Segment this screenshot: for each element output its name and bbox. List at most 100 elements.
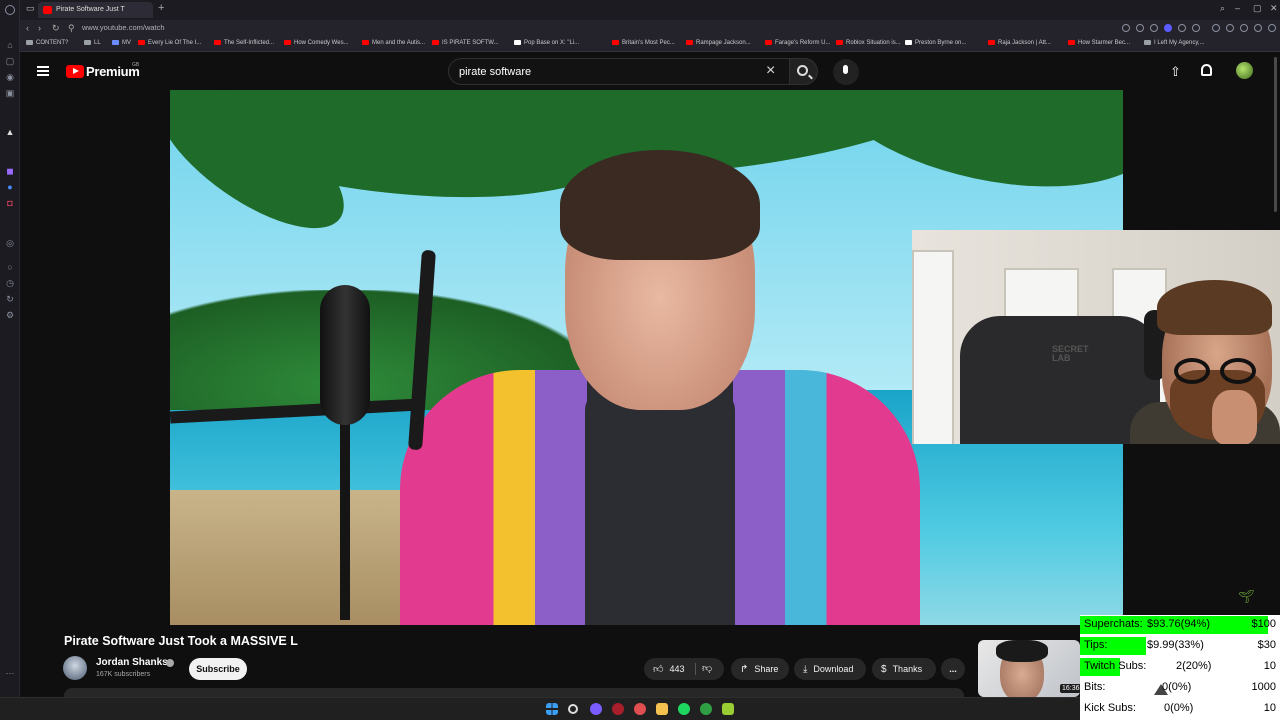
taskbar-search-icon[interactable] — [568, 704, 578, 714]
taskbar-chrome-icon[interactable] — [634, 703, 646, 715]
bookmark-favicon-icon — [112, 40, 119, 45]
search-box[interactable]: pirate software × — [448, 58, 790, 85]
bookmark-item[interactable]: LL — [84, 40, 101, 46]
bookmark-item[interactable]: How Comedy Wes... — [284, 40, 349, 46]
bookmark-item[interactable]: Raja Jackson | Att... — [988, 40, 1051, 46]
taskbar-xbox-icon[interactable] — [700, 703, 712, 715]
download-button[interactable]: ⤓ Download — [794, 658, 866, 680]
forward-icon[interactable]: › — [38, 23, 41, 33]
bookmark-item[interactable]: CONTENT? — [26, 40, 68, 46]
share-button[interactable]: ↱ Share — [731, 658, 789, 680]
tab-youtube[interactable]: Pirate Software Just T — [38, 2, 153, 18]
bookmark-favicon-icon — [686, 40, 693, 45]
download-icon[interactable] — [1254, 24, 1262, 32]
sidebar-pin-icon[interactable]: ○ — [5, 262, 15, 272]
create-icon[interactable]: ⇧ — [1170, 64, 1181, 80]
bookmark-item[interactable]: Pop Base on X: "Li... — [514, 40, 579, 46]
presenter-shirt — [585, 390, 735, 625]
bookmark-item[interactable]: How Starmer Bec... — [1068, 40, 1130, 46]
bookmark-label: Preston Byrne on... — [915, 40, 967, 47]
bookmark-icon[interactable] — [1136, 24, 1144, 32]
opera-icon[interactable] — [5, 5, 15, 15]
like-button[interactable]: 👍︎ 443 — [653, 658, 684, 681]
sidebar-aria-icon[interactable]: ▲ — [5, 127, 15, 137]
extensions-icon[interactable] — [1226, 24, 1234, 32]
goal-percent: (0%) — [1170, 702, 1194, 714]
voice-search-icon[interactable] — [833, 59, 859, 85]
menu-icon[interactable] — [1268, 24, 1276, 32]
new-tab-button[interactable]: + — [158, 2, 164, 14]
sound-icon[interactable] — [1212, 24, 1220, 32]
webcam-window — [912, 250, 954, 444]
bookmark-favicon-icon — [1144, 40, 1151, 45]
easy-setup-icon[interactable] — [1240, 24, 1248, 32]
taskbar-app2-icon[interactable] — [722, 703, 734, 715]
page-scrollbar[interactable] — [1274, 57, 1277, 212]
sidebar-more-icon[interactable]: ⋯ — [5, 668, 15, 678]
minimize-icon[interactable]: – — [1235, 3, 1240, 13]
recommended-video-thumbnail[interactable]: 16:36 — [978, 640, 1080, 697]
sidebar-settings-icon[interactable]: ⚙ — [5, 310, 15, 320]
bookmark-item[interactable]: Farage's Reform U... — [765, 40, 831, 46]
goal-target: $100 — [1251, 618, 1276, 630]
channel-avatar[interactable] — [63, 656, 87, 680]
bookmark-item[interactable]: Men and the Autis... — [362, 40, 425, 46]
sidebar-player-icon[interactable]: ◎ — [5, 238, 15, 248]
sidebar-home-icon[interactable]: ⌂ — [5, 40, 15, 50]
taskbar-spotify-icon[interactable] — [678, 703, 690, 715]
reload-icon[interactable]: ↻ — [52, 23, 60, 34]
zoom-icon[interactable] — [1122, 24, 1130, 32]
camera-icon[interactable] — [1150, 24, 1158, 32]
play-icon[interactable] — [1178, 24, 1186, 32]
goal-progress: 0(0%) — [1162, 681, 1191, 693]
url-field[interactable]: www.youtube.com/watch — [82, 23, 165, 32]
bookmark-item[interactable]: Britain's Most Pec... — [612, 40, 675, 46]
sidebar-twitch-icon[interactable]: ◼ — [5, 166, 15, 176]
notifications-bell-icon[interactable] — [1201, 64, 1212, 76]
bookmark-item[interactable]: I Left My Agency,... — [1144, 40, 1205, 46]
hamburger-menu-icon[interactable] — [37, 66, 49, 76]
search-tabs-icon[interactable]: ⌕ — [1220, 3, 1225, 14]
maximize-icon[interactable]: ▢ — [1253, 3, 1262, 14]
tab-menu-icon[interactable]: ▭ — [26, 3, 35, 14]
bookmark-item[interactable]: The Self-Inflicted... — [214, 40, 274, 46]
search-button[interactable] — [790, 58, 818, 85]
bookmark-item[interactable]: Preston Byrne on... — [905, 40, 966, 46]
sidebar-app-icon[interactable]: ▣ — [5, 88, 15, 98]
sidebar-lock-icon[interactable]: ▢ — [5, 56, 15, 66]
clear-search-icon[interactable]: × — [766, 62, 775, 80]
thanks-button[interactable]: $ Thanks — [872, 658, 936, 680]
sidebar-messenger2-icon[interactable]: ● — [5, 182, 15, 192]
channel-name[interactable]: Jordan Shanks — [96, 657, 168, 668]
site-info-icon[interactable]: ⚲ — [68, 23, 75, 34]
heart-icon[interactable] — [1192, 24, 1200, 32]
sidebar-instagram-icon[interactable]: ◘ — [5, 198, 15, 208]
taskbar-app-icon[interactable] — [590, 703, 602, 715]
sidebar-history-icon[interactable]: ◷ — [5, 278, 15, 288]
dislike-button[interactable]: 👎︎ — [702, 658, 718, 680]
bookmark-item[interactable]: Every Lie Of The I... — [138, 40, 201, 46]
sidebar-downloads-icon[interactable]: ↻ — [5, 294, 15, 304]
start-windows-icon[interactable] — [546, 703, 558, 715]
bookmark-label: The Self-Inflicted... — [224, 40, 275, 47]
youtube-logo-icon[interactable] — [66, 65, 84, 78]
more-actions-button[interactable]: ... — [941, 658, 965, 680]
bookmark-item[interactable]: IS PIRATE SOFTW... — [432, 40, 499, 46]
bookmark-item[interactable]: Roblox Situation is... — [836, 40, 901, 46]
search-input[interactable]: pirate software — [459, 66, 531, 78]
extension-icon[interactable] — [1164, 24, 1172, 32]
account-avatar[interactable] — [1236, 62, 1253, 79]
taskbar-opera-icon[interactable] — [612, 703, 624, 715]
bookmark-item[interactable]: MV — [112, 40, 131, 46]
close-window-icon[interactable]: ✕ — [1270, 3, 1278, 14]
bookmark-item[interactable]: Rampage Jackson... — [686, 40, 751, 46]
taskbar-explorer-icon[interactable] — [656, 703, 668, 715]
goal-row: Superchats: $93.76(94%) $100 — [1080, 615, 1280, 635]
goal-target: 10 — [1263, 660, 1276, 672]
bookmark-label: Britain's Most Pec... — [622, 40, 675, 47]
subscribe-button[interactable]: Subscribe — [189, 658, 247, 680]
streamer-hair — [1157, 280, 1272, 335]
back-icon[interactable]: ‹ — [26, 23, 29, 33]
sidebar-messenger-icon[interactable]: ◉ — [5, 72, 15, 82]
bookmark-label: Farage's Reform U... — [775, 40, 831, 47]
